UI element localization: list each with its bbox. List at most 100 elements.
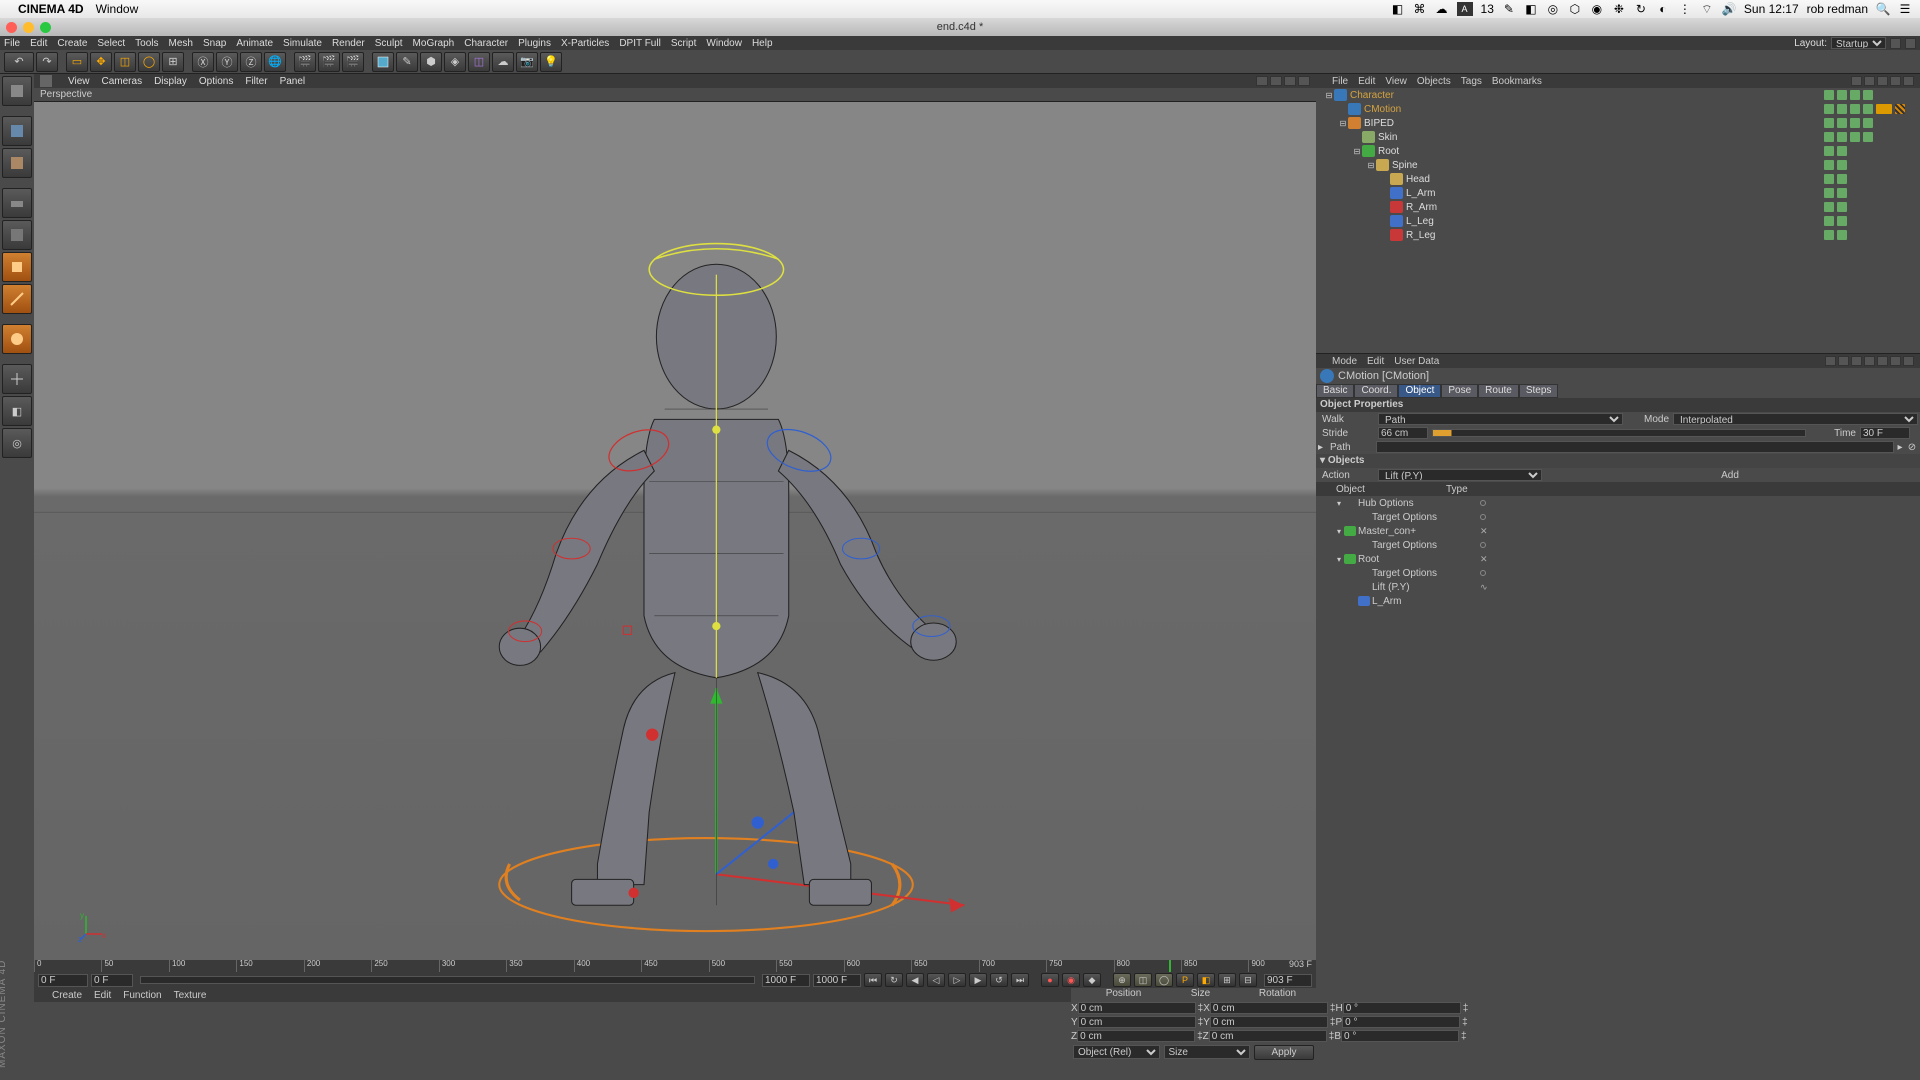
window-minimize-button[interactable] [23,22,34,33]
light-button[interactable]: 💡 [540,52,562,72]
tree-toggle-icon[interactable]: ⊟ [1352,147,1362,156]
visibility-tag-icon[interactable] [1850,132,1860,142]
time-field[interactable] [1860,427,1910,439]
viewport-menu-filter[interactable]: Filter [245,76,267,87]
path-picker-icon[interactable]: ▸ [1894,442,1906,453]
pos-z-field[interactable] [1077,1030,1195,1042]
visibility-tag-icon[interactable] [1824,230,1834,240]
visibility-tag-icon[interactable] [1850,118,1860,128]
notification-center-icon[interactable]: ☰ [1898,2,1912,16]
visibility-tag-icon[interactable] [1837,90,1847,100]
menubar-wifi-icon[interactable]: ⌔ [1700,2,1714,16]
visibility-tag-icon[interactable] [1837,118,1847,128]
viewport-solo-button[interactable]: ◧ [2,396,32,426]
visibility-tag-icon[interactable] [1824,132,1834,142]
om-item-l_arm[interactable]: L_Arm [1316,186,1920,200]
am-nav-back-icon[interactable] [1825,356,1836,366]
am-tree-item[interactable]: Target Options [1316,510,1920,524]
menu-window[interactable]: Window [706,38,742,49]
axis-z-toggle[interactable]: Ⓩ [240,52,262,72]
material-menu-edit[interactable]: Edit [94,990,111,1001]
menu-x-particles[interactable]: X-Particles [561,38,609,49]
am-tab-steps[interactable]: Steps [1519,384,1559,398]
menubar-volume-icon[interactable]: 🔊 [1722,2,1736,16]
menubar-adobe-icon[interactable]: A [1457,2,1473,16]
om-filter-icon[interactable] [1864,76,1875,86]
tree-toggle-icon[interactable]: ▾ [1334,555,1344,564]
size-x-field[interactable] [1210,1002,1328,1014]
visibility-tag-icon[interactable] [1837,202,1847,212]
menu-snap[interactable]: Snap [203,38,226,49]
viewport-menu-panel[interactable]: Panel [280,76,306,87]
play-forward-button[interactable]: ▷ [948,973,966,987]
am-tree-item[interactable]: Lift (P.Y)∿ [1316,580,1920,594]
keyframe-selection-button[interactable]: ◆ [1083,973,1101,987]
timeline-range-slider[interactable] [140,976,755,984]
coord-apply-button[interactable]: Apply [1254,1045,1314,1060]
objects-section-header[interactable]: Objects [1328,455,1365,466]
layout-dropdown[interactable]: Startup [1831,37,1886,49]
visibility-tag-icon[interactable] [1824,90,1834,100]
goto-prev-key-button[interactable]: ↻ [885,973,903,987]
viewport-nav-icon[interactable] [1256,76,1268,86]
key-options-button[interactable]: ⊞ [1218,973,1236,987]
viewport-3d[interactable]: y x z [34,102,1316,960]
tree-toggle-icon[interactable]: ⊟ [1324,91,1334,100]
edge-mode-button[interactable] [2,284,32,314]
visibility-tag-icon[interactable] [1850,104,1860,114]
om-search-icon[interactable] [1851,76,1862,86]
am-lock-icon[interactable] [1864,356,1875,366]
viewport-menu-options[interactable]: Options [199,76,233,87]
menubar-icon[interactable]: ◎ [1546,2,1560,16]
am-tree-item[interactable]: ▾Master_con+✕ [1316,524,1920,538]
timeline-playhead[interactable] [1169,960,1171,972]
am-expand-icon[interactable] [1890,356,1901,366]
enable-axis-button[interactable] [2,364,32,394]
spotlight-icon[interactable]: 🔍 [1876,2,1890,16]
autokey-button[interactable]: ◉ [1062,973,1080,987]
menu-mesh[interactable]: Mesh [169,38,193,49]
am-tree-item[interactable]: ▾Hub Options [1316,496,1920,510]
om-view-icon[interactable] [1877,76,1888,86]
macos-app-name[interactable]: CINEMA 4D [18,2,84,16]
path-field[interactable] [1376,441,1894,453]
visibility-tag-icon[interactable] [1824,188,1834,198]
menubar-icon[interactable]: ⋮ [1678,2,1692,16]
om-menu-file[interactable]: File [1332,76,1348,87]
generator-button[interactable]: ◈ [444,52,466,72]
menubar-clock[interactable]: Sun 12:17 [1744,2,1799,16]
visibility-tag-icon[interactable] [1824,174,1834,184]
tree-toggle-icon[interactable]: ▾ [1334,527,1344,536]
size-z-field[interactable] [1209,1030,1327,1042]
tree-toggle-icon[interactable]: ▾ [1334,499,1344,508]
am-menu-user-data[interactable]: User Data [1394,356,1439,367]
tree-toggle-icon[interactable]: ⊟ [1366,161,1376,170]
rot-p-field[interactable] [1342,1016,1460,1028]
om-menu-view[interactable]: View [1385,76,1407,87]
visibility-tag-icon[interactable] [1824,160,1834,170]
om-item-root[interactable]: ⊟Root [1316,144,1920,158]
visibility-tag-icon[interactable] [1850,90,1860,100]
viewport-menu-view[interactable]: View [68,76,90,87]
menu-simulate[interactable]: Simulate [283,38,322,49]
tree-toggle-icon[interactable]: ⊟ [1338,119,1348,128]
visibility-tag-icon[interactable] [1863,132,1873,142]
visibility-tag-icon[interactable] [1837,146,1847,156]
environment-button[interactable]: ☁ [492,52,514,72]
om-item-r_leg[interactable]: R_Leg [1316,228,1920,242]
key-scale-button[interactable]: ◫ [1134,973,1152,987]
menubar-icon[interactable]: ◧ [1524,2,1538,16]
goto-next-key-button[interactable]: ↺ [990,973,1008,987]
window-close-button[interactable] [6,22,17,33]
macos-menu-window[interactable]: Window [96,2,139,16]
om-item-character[interactable]: ⊟Character [1316,88,1920,102]
visibility-tag-icon[interactable] [1837,216,1847,226]
key-pos-button[interactable]: ⊕ [1113,973,1131,987]
visibility-tag-icon[interactable] [1837,230,1847,240]
am-tab-pose[interactable]: Pose [1441,384,1478,398]
goto-start-button[interactable]: ⏮ [864,973,882,987]
am-tree-item[interactable]: L_Arm [1316,594,1920,608]
om-menu-edit[interactable]: Edit [1358,76,1375,87]
key-options2-button[interactable]: ⊟ [1239,973,1257,987]
am-menu-mode[interactable]: Mode [1332,356,1357,367]
